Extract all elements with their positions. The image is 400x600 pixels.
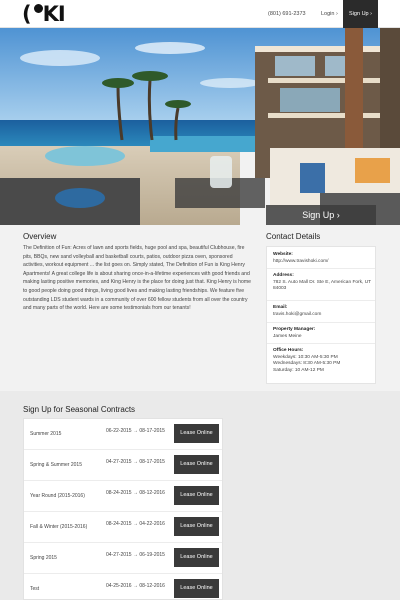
- hero-photo: [0, 28, 400, 225]
- contract-start: 08-24-2015: [106, 490, 132, 496]
- contract-end: 06-19-2015: [139, 552, 165, 558]
- lease-online-button[interactable]: Lease Online: [174, 548, 219, 567]
- login-link[interactable]: Login ›: [321, 0, 338, 28]
- contract-row: Summer 2015 06-22-2015 → 08-17-2015 Leas…: [24, 419, 222, 450]
- contact-hours: Office Hours: Weekdays: 10:30 AM-5:30 PM…: [273, 348, 373, 374]
- contact-manager: Property Manager: James Meine: [273, 327, 373, 340]
- site-logo[interactable]: ( KI: [22, 2, 66, 26]
- contract-start: 04-27-2015: [106, 552, 132, 558]
- site-header: ( KI (801) 691-2373 Login › Sign Up ›: [0, 0, 400, 28]
- contract-end: 08-17-2015: [139, 428, 165, 434]
- contract-dates: 08-24-2015 → 08-12-2016: [106, 490, 165, 496]
- contract-row: Spring & Summer 2015 04-27-2015 → 08-17-…: [24, 450, 222, 481]
- contract-row: Spring 2015 04-27-2015 → 06-19-2015 Leas…: [24, 543, 222, 574]
- contract-row: Year Round (2015-2016) 08-24-2015 → 08-1…: [24, 481, 222, 512]
- hours-saturday: Saturday: 10 AM-12 PM: [273, 367, 324, 373]
- contract-row: Fall & Winter (2015-2016) 08-24-2015 → 0…: [24, 512, 222, 543]
- contract-dates: 04-27-2015 → 06-19-2015: [106, 552, 165, 558]
- contract-term: Fall & Winter (2015-2016): [30, 524, 88, 530]
- phone-number[interactable]: (801) 691-2373: [268, 0, 306, 28]
- contract-start: 06-22-2015: [106, 428, 132, 434]
- contract-row: Test 04-25-2016 → 08-12-2016 Lease Onlin…: [24, 574, 222, 600]
- lease-online-button[interactable]: Lease Online: [174, 517, 219, 536]
- contract-dates: 08-24-2015 → 04-22-2016: [106, 521, 165, 527]
- logo-text: KI: [42, 2, 66, 26]
- contract-end: 08-17-2015: [139, 459, 165, 465]
- contract-dates: 06-22-2015 → 08-17-2015: [106, 428, 165, 434]
- overview-heading: Overview: [23, 232, 57, 241]
- contracts-table: Summer 2015 06-22-2015 → 08-17-2015 Leas…: [23, 418, 223, 600]
- contract-end: 04-22-2016: [139, 521, 165, 527]
- divider: [267, 300, 375, 301]
- lease-online-button[interactable]: Lease Online: [174, 424, 219, 443]
- hero-signup-button[interactable]: Sign Up ›: [266, 205, 376, 225]
- lease-online-button[interactable]: Lease Online: [174, 455, 219, 474]
- contract-start: 04-25-2016: [106, 583, 132, 589]
- divider: [267, 343, 375, 344]
- website-link[interactable]: http://www.travishoki.com/: [273, 259, 373, 266]
- header-signup-button[interactable]: Sign Up ›: [343, 0, 378, 28]
- contact-email: Email: travis.hoki@gmail.com: [273, 305, 373, 318]
- divider: [267, 268, 375, 269]
- overview-text: The Definition of Fun: Acres of lawn and…: [23, 245, 251, 312]
- contact-website: Website: http://www.travishoki.com/: [273, 252, 373, 265]
- contract-start: 08-24-2015: [106, 521, 132, 527]
- contract-end: 08-12-2016: [139, 490, 165, 496]
- contact-box: Website: http://www.travishoki.com/ Addr…: [266, 246, 376, 384]
- contract-term: Spring 2015: [30, 555, 57, 561]
- logo-letter-c: (: [22, 2, 32, 26]
- contract-term: Year Round (2015-2016): [30, 493, 85, 499]
- contract-dates: 04-25-2016 → 08-12-2016: [106, 583, 165, 589]
- manager-value: James Meine: [273, 333, 302, 339]
- contract-term: Test: [30, 586, 40, 592]
- divider: [267, 322, 375, 323]
- logo-splat-icon: [34, 4, 43, 13]
- address-value: 782 S. Auto Mall Dr. Ste E, American For…: [273, 279, 372, 292]
- contact-address: Address: 782 S. Auto Mall Dr. Ste E, Ame…: [273, 273, 373, 293]
- email-link[interactable]: travis.hoki@gmail.com: [273, 312, 373, 319]
- contracts-heading: Sign Up for Seasonal Contracts: [23, 405, 136, 414]
- contract-term: Spring & Summer 2015: [30, 462, 82, 468]
- contract-start: 04-27-2015: [106, 459, 132, 465]
- contact-heading: Contact Details: [266, 232, 321, 241]
- lease-online-button[interactable]: Lease Online: [174, 486, 219, 505]
- contract-dates: 04-27-2015 → 08-17-2015: [106, 459, 165, 465]
- contract-end: 08-12-2016: [139, 583, 165, 589]
- hero-image: Sign Up ›: [0, 28, 400, 225]
- lease-online-button[interactable]: Lease Online: [174, 579, 219, 598]
- contract-term: Summer 2015: [30, 431, 62, 437]
